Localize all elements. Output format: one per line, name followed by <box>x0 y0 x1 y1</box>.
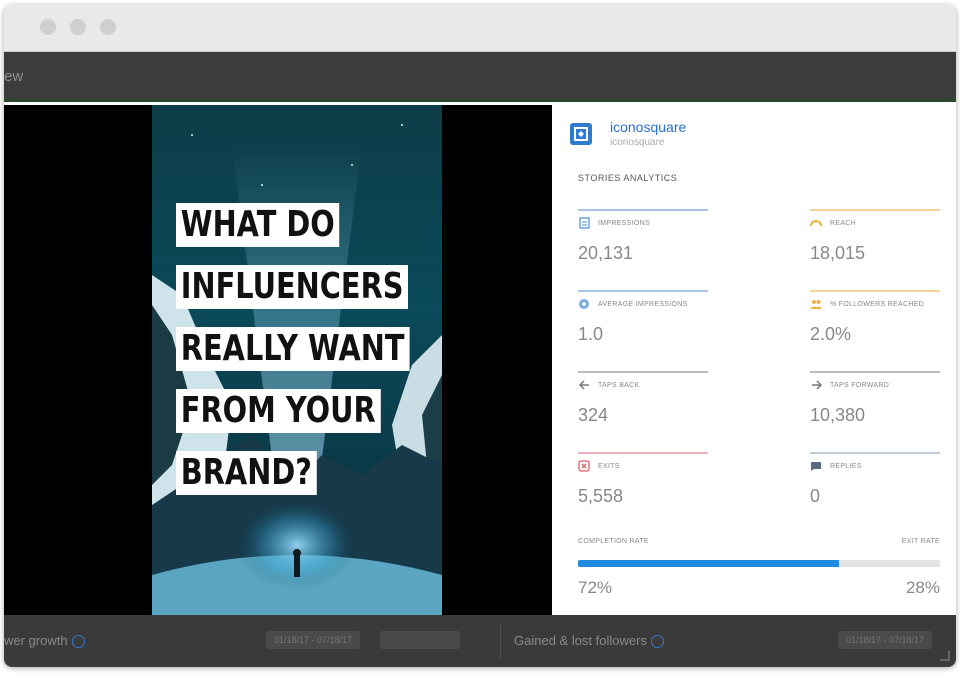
completion-rate-fill <box>578 560 839 567</box>
metric-accent-bar <box>578 371 708 373</box>
headline-line: REALLY WANT <box>176 327 410 371</box>
story-headline: WHAT DO INFLUENCERS REALLY WANT FROM YOU… <box>176 203 442 513</box>
metric-exits: EXITS 5,558 <box>578 452 708 506</box>
minimize-window-button[interactable] <box>70 19 86 35</box>
metric-label: REPLIES <box>830 462 862 470</box>
metric-value: 324 <box>578 405 609 425</box>
close-window-button[interactable] <box>40 19 56 35</box>
document-icon <box>578 217 590 229</box>
metric-taps-back: TAPS BACK 324 <box>578 371 708 425</box>
arrow-right-icon <box>810 379 822 391</box>
iconosquare-logo-icon <box>570 123 592 145</box>
metric-label: TAPS BACK <box>598 381 640 389</box>
average-icon <box>578 298 590 310</box>
metric-value: 1.0 <box>578 324 604 344</box>
replies-icon <box>810 460 822 472</box>
headline-line: BRAND? <box>176 451 317 495</box>
panel-divider <box>500 623 501 659</box>
metric-accent-bar <box>810 371 940 373</box>
completion-rate-value: 72% <box>578 578 613 597</box>
account-name[interactable]: iconosquare <box>610 119 686 135</box>
metric-value: 0 <box>810 486 821 506</box>
gained-lost-followers-text: Gained & lost followers <box>514 633 647 648</box>
browser-window: ew WHAT DO INFLUENCERS REALLY WANT FROM … <box>4 5 956 667</box>
metric-label: IMPRESSIONS <box>598 219 650 227</box>
story-viewer: WHAT DO INFLUENCERS REALLY WANT FROM YOU… <box>4 105 552 615</box>
bottom-dashboard-strip: wer growth 01/18/17 - 07/18/17 Gained & … <box>4 615 956 667</box>
maximize-window-button[interactable] <box>100 19 116 35</box>
metric-label: EXITS <box>598 462 620 470</box>
app-header: ew <box>4 52 956 102</box>
exit-rate-label: EXIT RATE <box>901 538 940 545</box>
account-handle: iconosquare <box>610 137 665 148</box>
title-bar <box>4 5 956 52</box>
metric-followers-reached: % FOLLOWERS REACHED 2.0% <box>810 290 940 344</box>
metric-accent-bar <box>810 452 940 454</box>
exit-icon <box>578 460 590 472</box>
metric-taps-forward: TAPS FORWARD 10,380 <box>810 371 940 425</box>
completion-labels: COMPLETION RATE EXIT RATE <box>578 538 940 545</box>
followers-icon <box>810 298 822 310</box>
metric-accent-bar <box>810 290 940 292</box>
gained-lost-followers-title: Gained & lost followers <box>514 633 664 649</box>
stories-analytics-panel: iconosquare iconosquare STORIES ANALYTIC… <box>552 105 956 615</box>
view-label: ew <box>4 68 24 85</box>
metric-label: TAPS FORWARD <box>830 381 890 389</box>
headline-line: FROM YOUR <box>176 389 381 433</box>
metric-average-impressions: AVERAGE IMPRESSIONS 1.0 <box>578 290 708 344</box>
chart-options-button[interactable] <box>380 631 460 649</box>
metric-accent-bar <box>810 209 940 211</box>
exit-rate-value: 28% <box>905 578 940 597</box>
info-icon[interactable] <box>650 635 664 649</box>
metric-accent-bar <box>578 290 708 292</box>
metric-value: 10,380 <box>810 405 866 425</box>
headline-line: INFLUENCERS <box>176 265 409 309</box>
story-preview[interactable]: WHAT DO INFLUENCERS REALLY WANT FROM YOU… <box>152 105 442 615</box>
completion-rate-bar <box>578 560 940 567</box>
metric-accent-bar <box>578 452 708 454</box>
metric-accent-bar <box>578 209 708 211</box>
headline-line: WHAT DO <box>176 203 340 247</box>
date-range-picker[interactable]: 01/18/17 - 07/18/17 <box>838 631 933 649</box>
metric-value: 2.0% <box>810 324 852 344</box>
metric-label: REACH <box>830 219 857 227</box>
metric-label: AVERAGE IMPRESSIONS <box>598 300 688 308</box>
resize-handle-icon[interactable] <box>940 651 950 661</box>
metric-reach: REACH 18,015 <box>810 209 940 263</box>
reach-icon <box>810 217 822 229</box>
header-divider <box>4 99 956 102</box>
metric-label: % FOLLOWERS REACHED <box>830 300 924 308</box>
follower-growth-text: wer growth <box>4 633 68 648</box>
info-icon[interactable] <box>71 635 85 649</box>
metric-value: 18,015 <box>810 243 866 263</box>
metric-value: 5,558 <box>578 486 624 506</box>
follower-growth-title: wer growth <box>4 633 85 649</box>
completion-rate-label: COMPLETION RATE <box>578 538 649 545</box>
metric-replies: REPLIES 0 <box>810 452 940 506</box>
section-title: STORIES ANALYTICS <box>578 173 678 183</box>
metric-impressions: IMPRESSIONS 20,131 <box>578 209 708 263</box>
date-range-picker[interactable]: 01/18/17 - 07/18/17 <box>266 631 361 649</box>
metric-value: 20,131 <box>578 243 634 263</box>
arrow-left-icon <box>578 379 590 391</box>
